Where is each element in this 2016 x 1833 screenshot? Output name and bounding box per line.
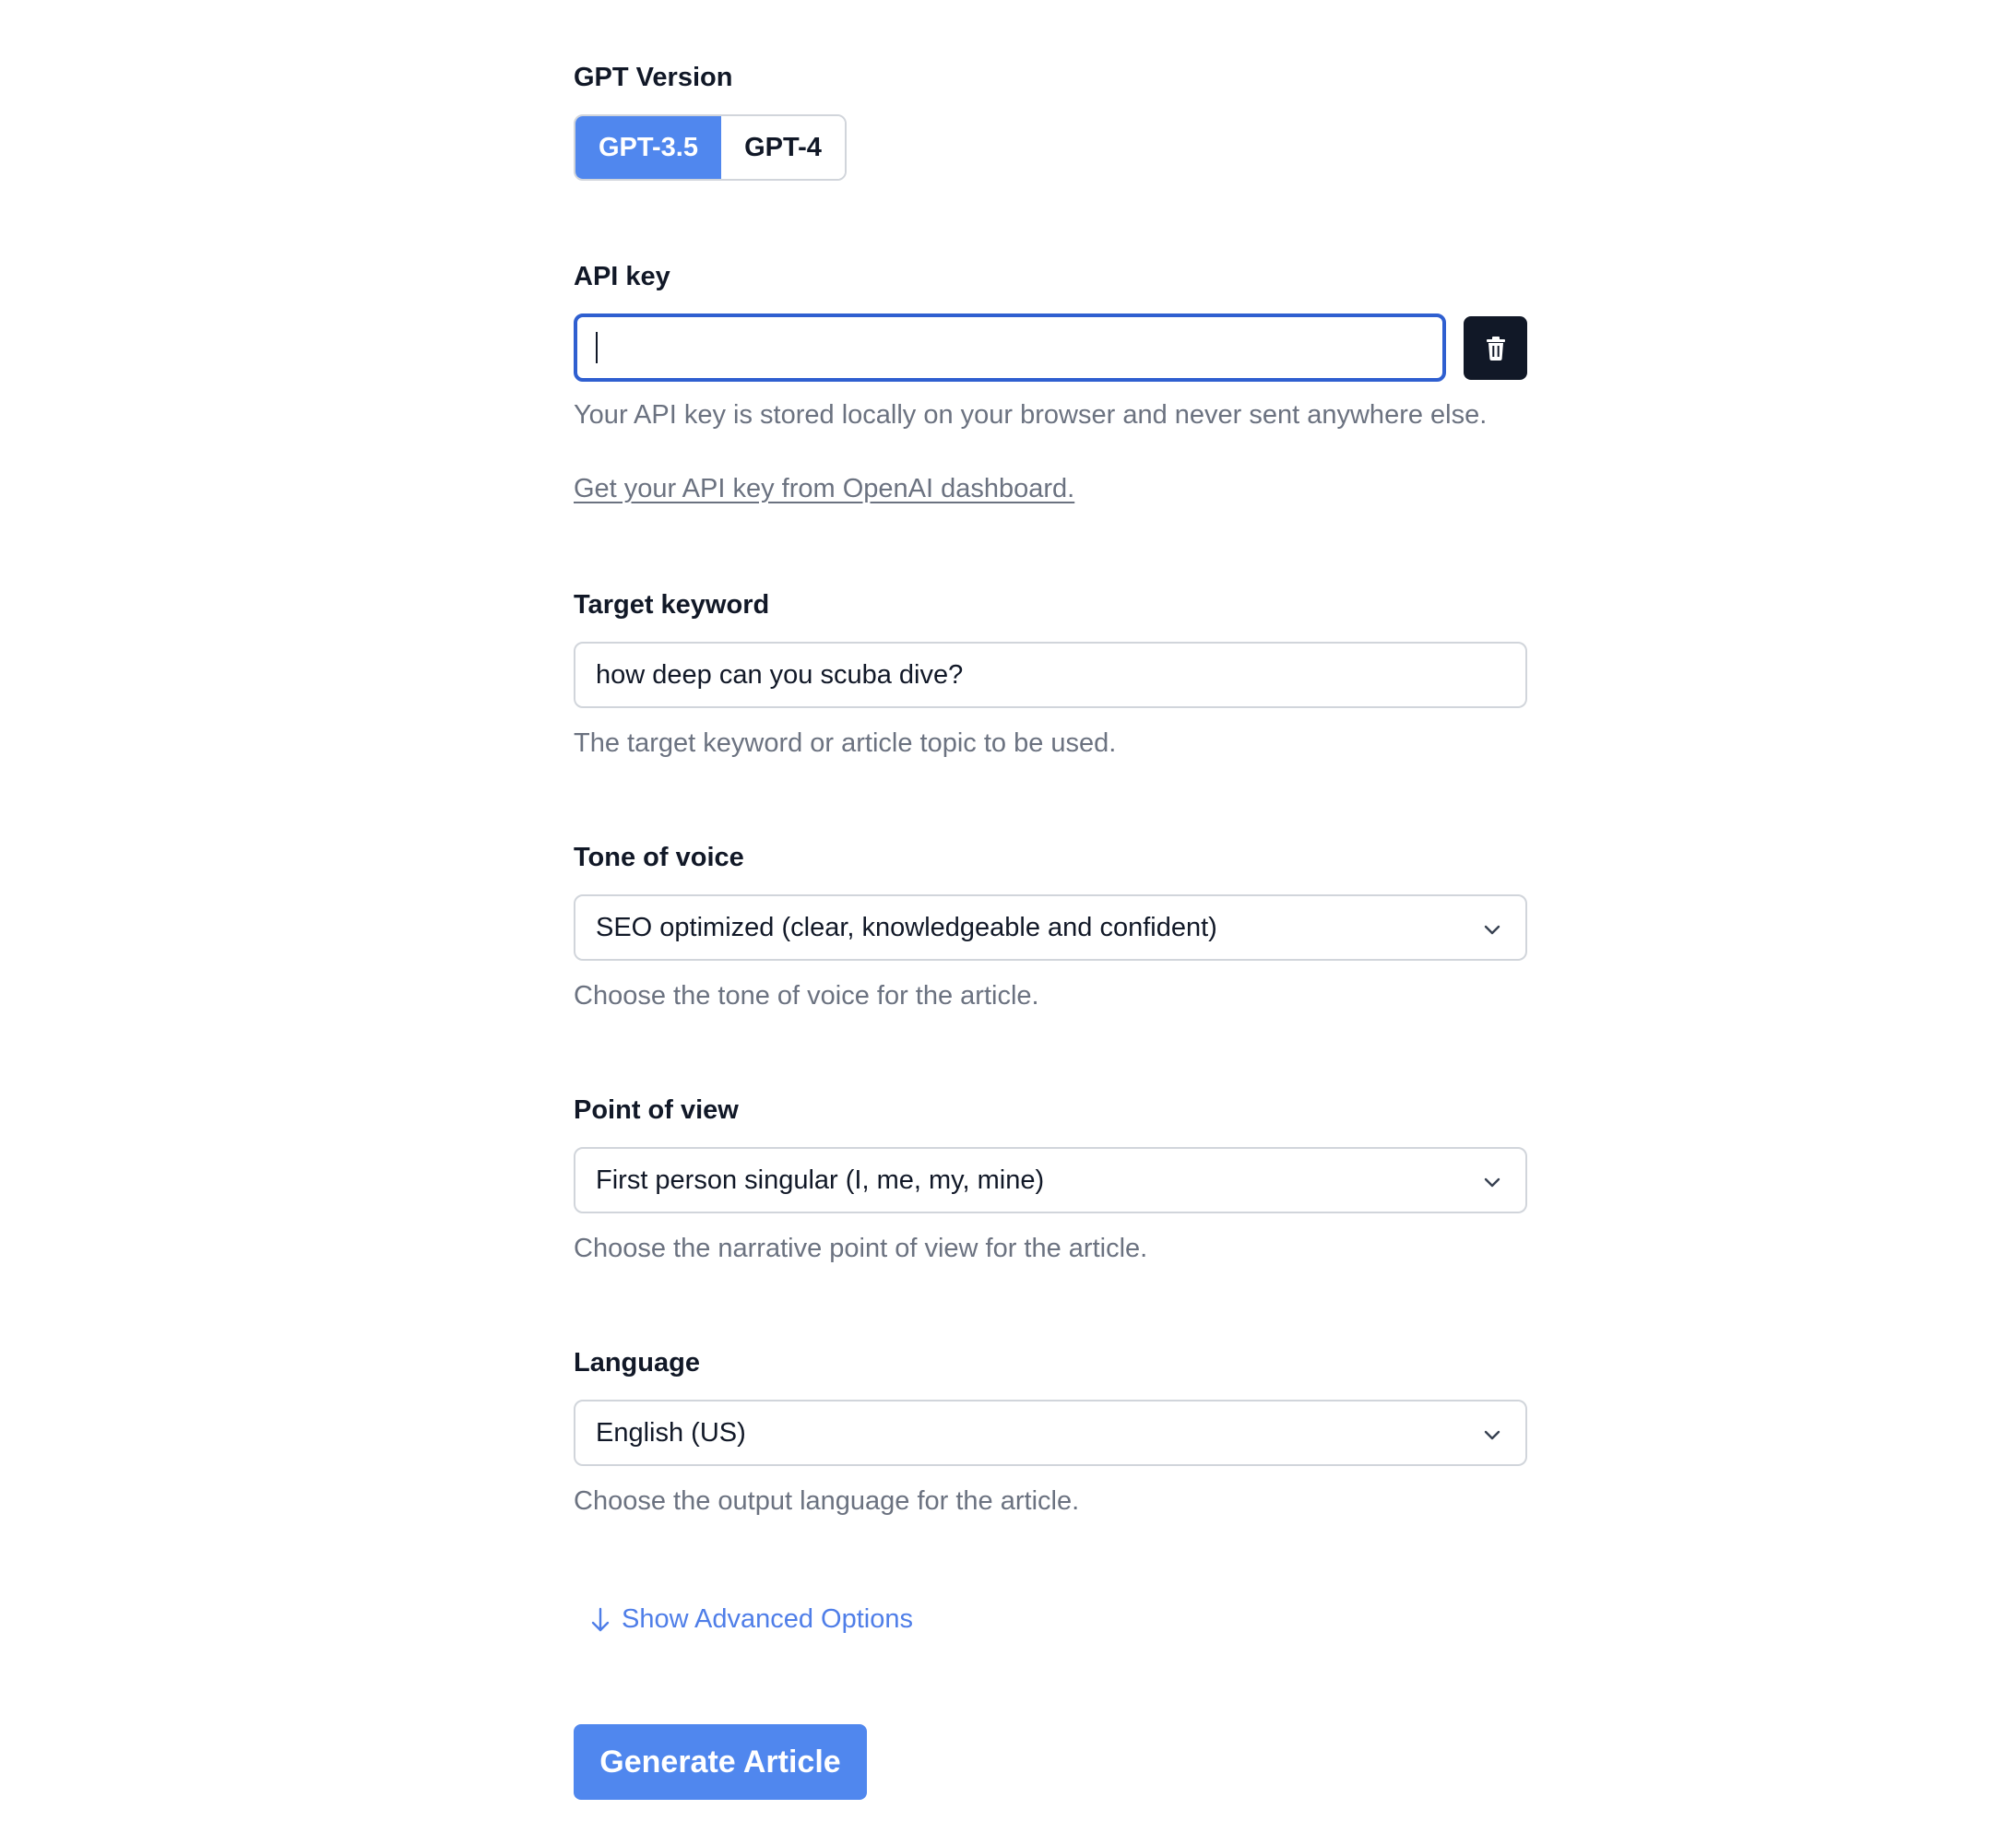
arrow-down-icon: [591, 1607, 610, 1631]
language-value: English (US): [596, 1418, 746, 1448]
generate-article-button[interactable]: Generate Article: [574, 1724, 867, 1800]
tone-of-voice-select[interactable]: SEO optimized (clear, knowledgeable and …: [574, 894, 1527, 961]
chevron-down-icon: [1484, 925, 1500, 935]
target-keyword-value: how deep can you scuba dive?: [596, 660, 964, 690]
api-key-note: Your API key is stored locally on your b…: [574, 400, 1488, 430]
delete-api-key-button[interactable]: [1464, 316, 1527, 380]
gpt-version-label: GPT Version: [574, 63, 733, 92]
language-select[interactable]: English (US): [574, 1400, 1527, 1466]
target-keyword-label: Target keyword: [574, 590, 770, 620]
gpt-3-5-option[interactable]: GPT-3.5: [575, 116, 721, 179]
api-key-input[interactable]: [574, 313, 1446, 382]
language-hint: Choose the output language for the artic…: [574, 1486, 1080, 1516]
show-advanced-options-label: Show Advanced Options: [622, 1604, 913, 1634]
text-caret: [596, 332, 598, 363]
target-keyword-hint: The target keyword or article topic to b…: [574, 728, 1117, 758]
openai-dashboard-link[interactable]: Get your API key from OpenAI dashboard.: [574, 472, 1074, 505]
gpt-4-option[interactable]: GPT-4: [721, 116, 845, 179]
point-of-view-select[interactable]: First person singular (I, me, my, mine): [574, 1147, 1527, 1213]
point-of-view-label: Point of view: [574, 1095, 739, 1125]
target-keyword-input[interactable]: how deep can you scuba dive?: [574, 642, 1527, 708]
chevron-down-icon: [1484, 1177, 1500, 1188]
point-of-view-hint: Choose the narrative point of view for t…: [574, 1234, 1148, 1263]
chevron-down-icon: [1484, 1430, 1500, 1440]
gpt-version-toggle: GPT-3.5 GPT-4: [574, 114, 847, 181]
tone-of-voice-value: SEO optimized (clear, knowledgeable and …: [596, 913, 1217, 942]
tone-of-voice-hint: Choose the tone of voice for the article…: [574, 981, 1039, 1011]
trash-icon: [1486, 336, 1505, 361]
tone-of-voice-label: Tone of voice: [574, 843, 744, 872]
language-label: Language: [574, 1348, 700, 1378]
show-advanced-options-toggle[interactable]: Show Advanced Options: [590, 1604, 913, 1635]
point-of-view-value: First person singular (I, me, my, mine): [596, 1165, 1045, 1195]
api-key-label: API key: [574, 262, 670, 291]
